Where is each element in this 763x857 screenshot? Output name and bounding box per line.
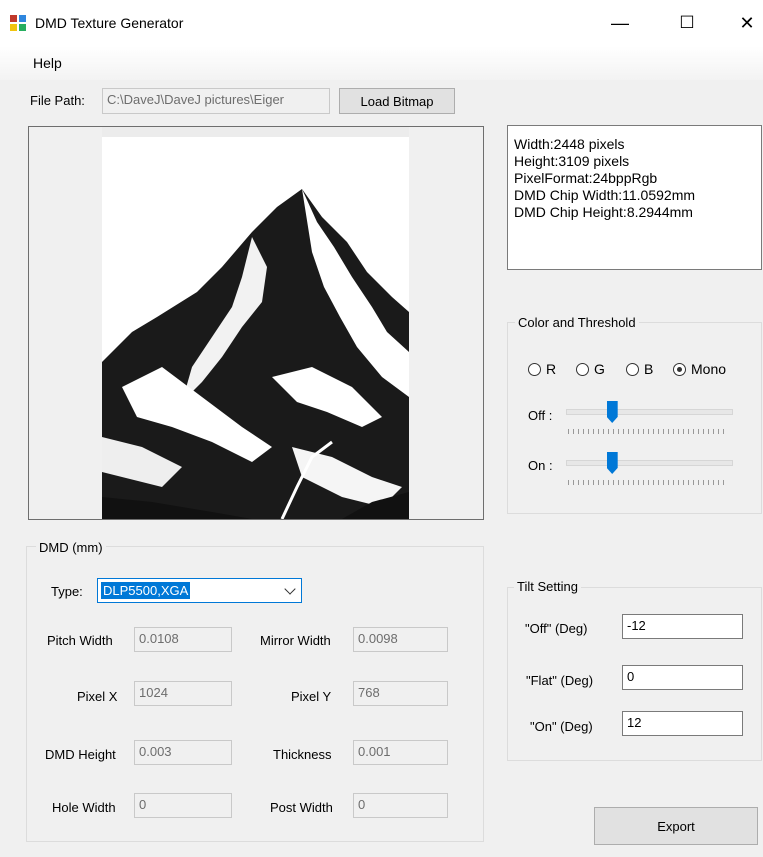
on-threshold-ticks bbox=[568, 480, 728, 485]
info-width: Width:2448 pixels bbox=[514, 136, 625, 152]
info-height: Height:3109 pixels bbox=[514, 153, 630, 169]
radio-mono[interactable]: Mono bbox=[673, 361, 726, 377]
chevron-down-icon[interactable] bbox=[284, 583, 296, 595]
dmd-height-label: DMD Height bbox=[45, 747, 116, 762]
tilt-flat-field[interactable]: 0 bbox=[622, 665, 743, 690]
pitch-width-label: Pitch Width bbox=[47, 633, 113, 648]
on-threshold-label: On : bbox=[528, 458, 553, 473]
pixel-x-label: Pixel X bbox=[77, 689, 118, 704]
mirror-width-field[interactable]: 0.0098 bbox=[353, 627, 448, 652]
post-width-label: Post Width bbox=[270, 800, 333, 815]
pixel-x-field[interactable]: 1024 bbox=[134, 681, 232, 706]
tilt-on-field[interactable]: 12 bbox=[622, 711, 743, 736]
radio-r-circle[interactable] bbox=[528, 362, 541, 376]
hole-width-field[interactable]: 0 bbox=[134, 793, 232, 818]
close-button[interactable]: ✕ bbox=[727, 10, 763, 36]
radio-b[interactable]: B bbox=[626, 361, 653, 377]
tilt-off-field[interactable]: -12 bbox=[622, 614, 743, 639]
pixel-y-field[interactable]: 768 bbox=[353, 681, 448, 706]
radio-g-circle[interactable] bbox=[576, 362, 589, 376]
app-window: DMD Texture Generator — ☐ ✕ Help File Pa… bbox=[0, 0, 763, 857]
bitmap-info-box: Width:2448 pixels Height:3109 pixels Pix… bbox=[507, 125, 762, 270]
dmd-group-title: DMD (mm) bbox=[36, 540, 106, 555]
info-chip-width: DMD Chip Width:11.0592mm bbox=[514, 187, 696, 203]
tilt-flat-label: "Flat" (Deg) bbox=[526, 673, 594, 688]
radio-g[interactable]: G bbox=[576, 361, 605, 377]
title-bar: DMD Texture Generator — ☐ ✕ bbox=[0, 0, 763, 46]
info-pixel-format: PixelFormat:24bppRgb bbox=[514, 170, 658, 186]
hole-width-label: Hole Width bbox=[52, 800, 116, 815]
dmd-type-value: DLP5500,XGA bbox=[101, 582, 191, 599]
pitch-width-field[interactable]: 0.0108 bbox=[134, 627, 232, 652]
post-width-field[interactable]: 0 bbox=[353, 793, 448, 818]
dmd-type-dropdown[interactable]: DLP5500,XGA bbox=[97, 578, 302, 603]
on-threshold-track[interactable] bbox=[566, 460, 733, 466]
color-threshold-title: Color and Threshold bbox=[515, 315, 639, 330]
off-threshold-label: Off : bbox=[528, 408, 553, 423]
menu-help[interactable]: Help bbox=[33, 55, 62, 71]
info-chip-height: DMD Chip Height:8.2944mm bbox=[514, 204, 693, 220]
tilt-setting-title: Tilt Setting bbox=[514, 579, 581, 594]
thickness-label: Thickness bbox=[273, 747, 332, 762]
menu-bar bbox=[0, 46, 763, 80]
thickness-field[interactable]: 0.001 bbox=[353, 740, 448, 765]
off-threshold-ticks bbox=[568, 429, 728, 434]
pixel-y-label: Pixel Y bbox=[291, 689, 332, 704]
mirror-width-label: Mirror Width bbox=[260, 633, 331, 648]
radio-r[interactable]: R bbox=[528, 361, 556, 377]
radio-b-label: B bbox=[644, 361, 654, 377]
radio-g-label: G bbox=[594, 361, 605, 377]
off-threshold-track[interactable] bbox=[566, 409, 733, 415]
radio-mono-label: Mono bbox=[691, 361, 727, 377]
mountain-bitmap-image bbox=[102, 127, 409, 519]
minimize-button[interactable]: — bbox=[600, 10, 640, 36]
tilt-on-label: "On" (Deg) bbox=[530, 719, 593, 734]
file-path-label: File Path: bbox=[30, 93, 85, 108]
radio-b-circle[interactable] bbox=[626, 362, 639, 376]
tilt-off-label: "Off" (Deg) bbox=[525, 621, 588, 636]
type-label: Type: bbox=[51, 584, 83, 599]
app-icon bbox=[10, 15, 26, 31]
window-title: DMD Texture Generator bbox=[35, 15, 184, 31]
maximize-button[interactable]: ☐ bbox=[667, 10, 707, 36]
load-bitmap-button[interactable]: Load Bitmap bbox=[339, 88, 455, 114]
radio-mono-circle[interactable] bbox=[673, 362, 686, 376]
radio-r-label: R bbox=[546, 361, 557, 377]
export-button[interactable]: Export bbox=[594, 807, 758, 845]
dmd-height-field[interactable]: 0.003 bbox=[134, 740, 232, 765]
file-path-field[interactable]: C:\DaveJ\DaveJ pictures\Eiger bbox=[102, 88, 330, 114]
bitmap-preview-panel bbox=[28, 126, 484, 520]
